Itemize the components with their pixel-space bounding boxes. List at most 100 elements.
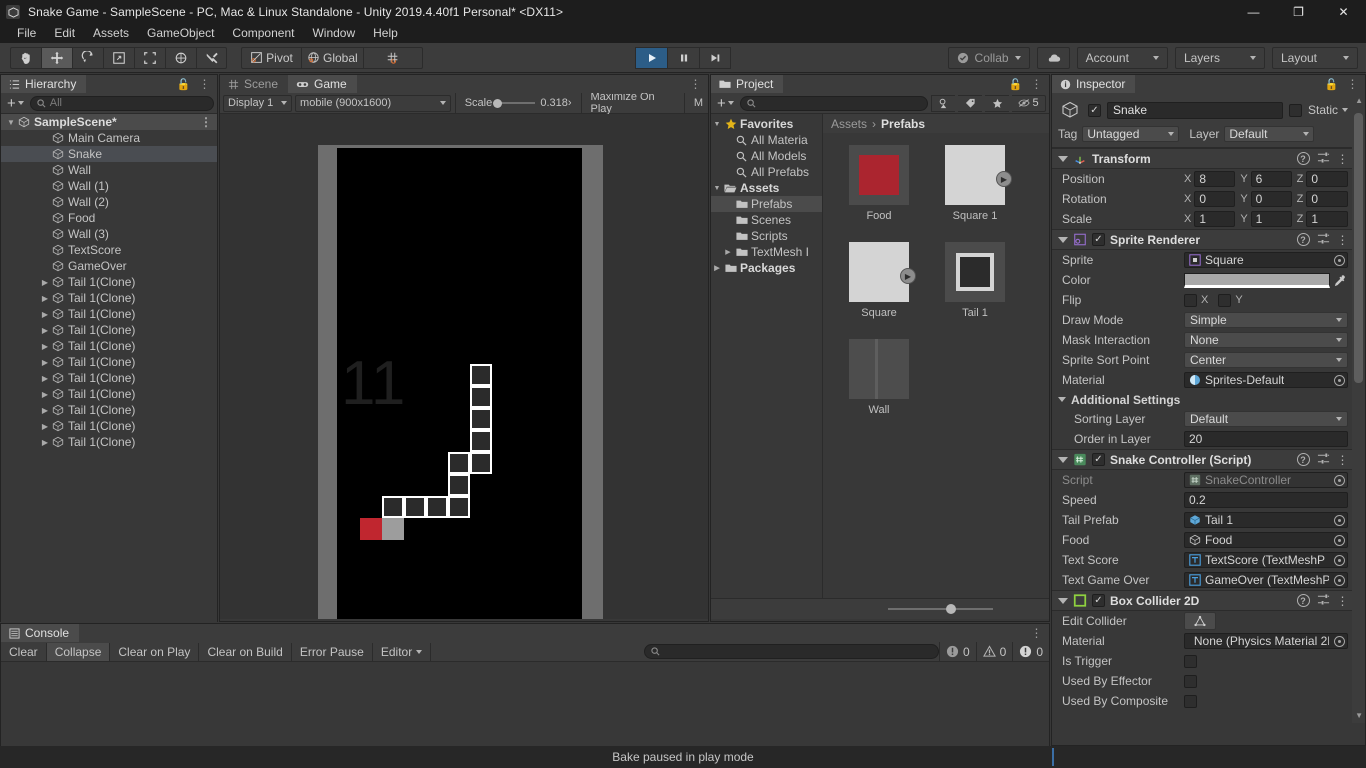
help-icon[interactable]: ?: [1296, 233, 1310, 246]
lock-icon[interactable]: 🔓: [1325, 78, 1339, 91]
component-menu-icon[interactable]: ⋮: [1337, 595, 1349, 607]
preset-icon[interactable]: [1317, 151, 1330, 167]
color-swatch[interactable]: [1184, 272, 1330, 288]
hierarchy-scene-row[interactable]: ▼ SampleScene* ⋮: [1, 114, 217, 130]
foldout-icon[interactable]: ▶: [39, 438, 51, 447]
asset-item[interactable]: ▶ Square 1: [945, 145, 1012, 222]
hierarchy-item[interactable]: ▶ Tail 1(Clone): [1, 370, 217, 386]
menu-assets[interactable]: Assets: [84, 24, 138, 43]
project-tree-item[interactable]: All Prefabs: [711, 164, 822, 180]
project-tree-item[interactable]: ▼ Favorites: [711, 116, 822, 132]
vector-z-input[interactable]: 0: [1306, 171, 1348, 187]
component-header[interactable]: Transform? ⋮: [1052, 148, 1354, 169]
component-enabled-checkbox[interactable]: ✓: [1092, 233, 1105, 246]
tab-inspector[interactable]: Inspector: [1052, 75, 1136, 93]
asset-item[interactable]: Tail 1: [945, 242, 1005, 319]
hierarchy-item[interactable]: ▶GameOver: [1, 258, 217, 274]
object-picker-icon[interactable]: [1332, 253, 1347, 267]
boolean-checkbox[interactable]: ✓: [1184, 674, 1197, 688]
boolean-checkbox[interactable]: ✓: [1184, 654, 1197, 668]
filter-by-label-button[interactable]: [958, 94, 982, 112]
display-dropdown[interactable]: Display 1: [223, 94, 293, 112]
text-input[interactable]: 0.2: [1184, 492, 1348, 508]
gameobject-name-field[interactable]: Snake: [1107, 101, 1283, 119]
tab-project[interactable]: Project: [711, 75, 784, 93]
cloud-button[interactable]: [1036, 46, 1070, 69]
layout-button[interactable]: Layout: [1271, 46, 1358, 69]
error-pause-button[interactable]: Error Pause: [292, 642, 373, 661]
custom-tool-button[interactable]: [196, 46, 227, 69]
preset-icon[interactable]: [1317, 593, 1330, 609]
object-picker-icon[interactable]: [1332, 553, 1347, 567]
inspector-menu-icon[interactable]: ⋮: [1347, 78, 1359, 90]
scene-foldout-icon[interactable]: ▼: [5, 118, 17, 127]
foldout-icon[interactable]: ▶: [39, 294, 51, 303]
menu-window[interactable]: Window: [303, 24, 364, 43]
console-search-input[interactable]: [643, 644, 939, 659]
project-tree-item[interactable]: ▶ Packages: [711, 260, 822, 276]
object-picker-icon[interactable]: [1332, 573, 1347, 587]
preset-icon[interactable]: [1317, 452, 1330, 468]
collab-button[interactable]: Collab: [947, 46, 1030, 69]
vector-y-input[interactable]: 1: [1250, 211, 1292, 227]
foldout-icon[interactable]: ▶: [39, 342, 51, 351]
object-reference-field[interactable]: GameOver (TextMeshP: [1184, 572, 1348, 588]
help-icon[interactable]: ?: [1296, 453, 1310, 466]
foldout-icon[interactable]: ▶: [711, 264, 723, 272]
hierarchy-item[interactable]: ▶ Tail 1(Clone): [1, 338, 217, 354]
inspector-scroll-thumb[interactable]: [1354, 113, 1363, 383]
transform-tool-button[interactable]: [165, 46, 196, 69]
thumbnail-zoom-knob[interactable]: [945, 604, 956, 614]
layer-dropdown[interactable]: Default: [1224, 126, 1315, 142]
foldout-icon[interactable]: ▶: [39, 358, 51, 367]
breadcrumb-root[interactable]: Assets: [831, 117, 867, 131]
foldout-icon[interactable]: ▶: [39, 390, 51, 399]
hierarchy-add-button[interactable]: +: [4, 95, 27, 112]
asset-item[interactable]: Wall: [849, 339, 909, 416]
close-button[interactable]: ✕: [1321, 0, 1366, 24]
global-toggle-button[interactable]: Global: [301, 46, 363, 69]
flip-x-checkbox[interactable]: ✓: [1184, 293, 1197, 307]
static-checkbox[interactable]: ✓: [1288, 103, 1302, 117]
object-reference-field[interactable]: SnakeController: [1184, 472, 1348, 488]
project-tree-item[interactable]: Scenes: [711, 212, 822, 228]
resolution-dropdown[interactable]: mobile (900x1600): [295, 94, 451, 112]
component-header[interactable]: ✓ Box Collider 2D? ⋮: [1052, 590, 1354, 611]
hierarchy-item[interactable]: ▶ Tail 1(Clone): [1, 418, 217, 434]
gameview-extra-toggle[interactable]: M: [689, 97, 708, 109]
scale-slider[interactable]: [493, 98, 536, 108]
dropdown-field[interactable]: Center: [1184, 352, 1348, 368]
component-menu-icon[interactable]: ⋮: [1337, 153, 1349, 165]
object-reference-field[interactable]: Square: [1184, 252, 1348, 268]
project-add-button[interactable]: +: [714, 95, 737, 112]
asset-thumbnail[interactable]: [849, 339, 909, 399]
error-count-badge[interactable]: 0: [1012, 641, 1049, 662]
menu-gameobject[interactable]: GameObject: [138, 24, 223, 43]
step-button[interactable]: [699, 46, 731, 69]
object-picker-icon[interactable]: [1332, 473, 1347, 487]
hierarchy-item[interactable]: ▶Wall: [1, 162, 217, 178]
project-menu-icon[interactable]: ⋮: [1031, 78, 1043, 90]
object-picker-icon[interactable]: [1332, 373, 1347, 387]
hierarchy-item[interactable]: ▶ Tail 1(Clone): [1, 386, 217, 402]
asset-item[interactable]: Food: [849, 145, 909, 222]
hierarchy-item[interactable]: ▶ Tail 1(Clone): [1, 306, 217, 322]
inspector-scrollbar[interactable]: ▲ ▼: [1352, 93, 1365, 723]
component-header[interactable]: ✓ Sprite Renderer? ⋮: [1052, 229, 1354, 250]
subsection-header[interactable]: Additional Settings: [1052, 390, 1354, 409]
object-picker-icon[interactable]: [1332, 513, 1347, 527]
asset-thumbnail[interactable]: ▶: [945, 145, 1012, 205]
foldout-icon[interactable]: ▶: [39, 422, 51, 431]
project-tree-item[interactable]: Prefabs: [711, 196, 822, 212]
vector-y-input[interactable]: 0: [1250, 191, 1292, 207]
hierarchy-menu-icon[interactable]: ⋮: [199, 78, 211, 90]
menu-component[interactable]: Component: [223, 24, 303, 43]
play-button[interactable]: [635, 46, 667, 69]
filter-by-type-button[interactable]: [931, 94, 955, 112]
foldout-icon[interactable]: ▼: [711, 121, 723, 128]
foldout-icon[interactable]: ▶: [39, 406, 51, 415]
warning-count-badge[interactable]: 0: [975, 641, 1013, 662]
object-reference-field[interactable]: None (Physics Material 2D: [1184, 633, 1348, 649]
hand-tool-button[interactable]: [10, 46, 41, 69]
hierarchy-item[interactable]: ▶ Tail 1(Clone): [1, 402, 217, 418]
